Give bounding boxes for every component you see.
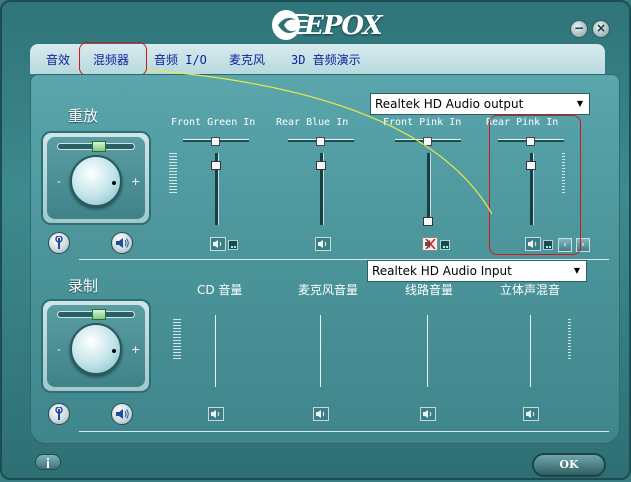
info-button[interactable] bbox=[35, 454, 61, 470]
info-icon bbox=[47, 458, 49, 468]
annotation-line bbox=[146, 69, 493, 215]
mixer-window: EPOX − × 音效 混频器 音频 I/O 麦克风 3D 音频演示 重放 - … bbox=[0, 0, 631, 480]
ok-button[interactable]: OK bbox=[532, 453, 606, 477]
